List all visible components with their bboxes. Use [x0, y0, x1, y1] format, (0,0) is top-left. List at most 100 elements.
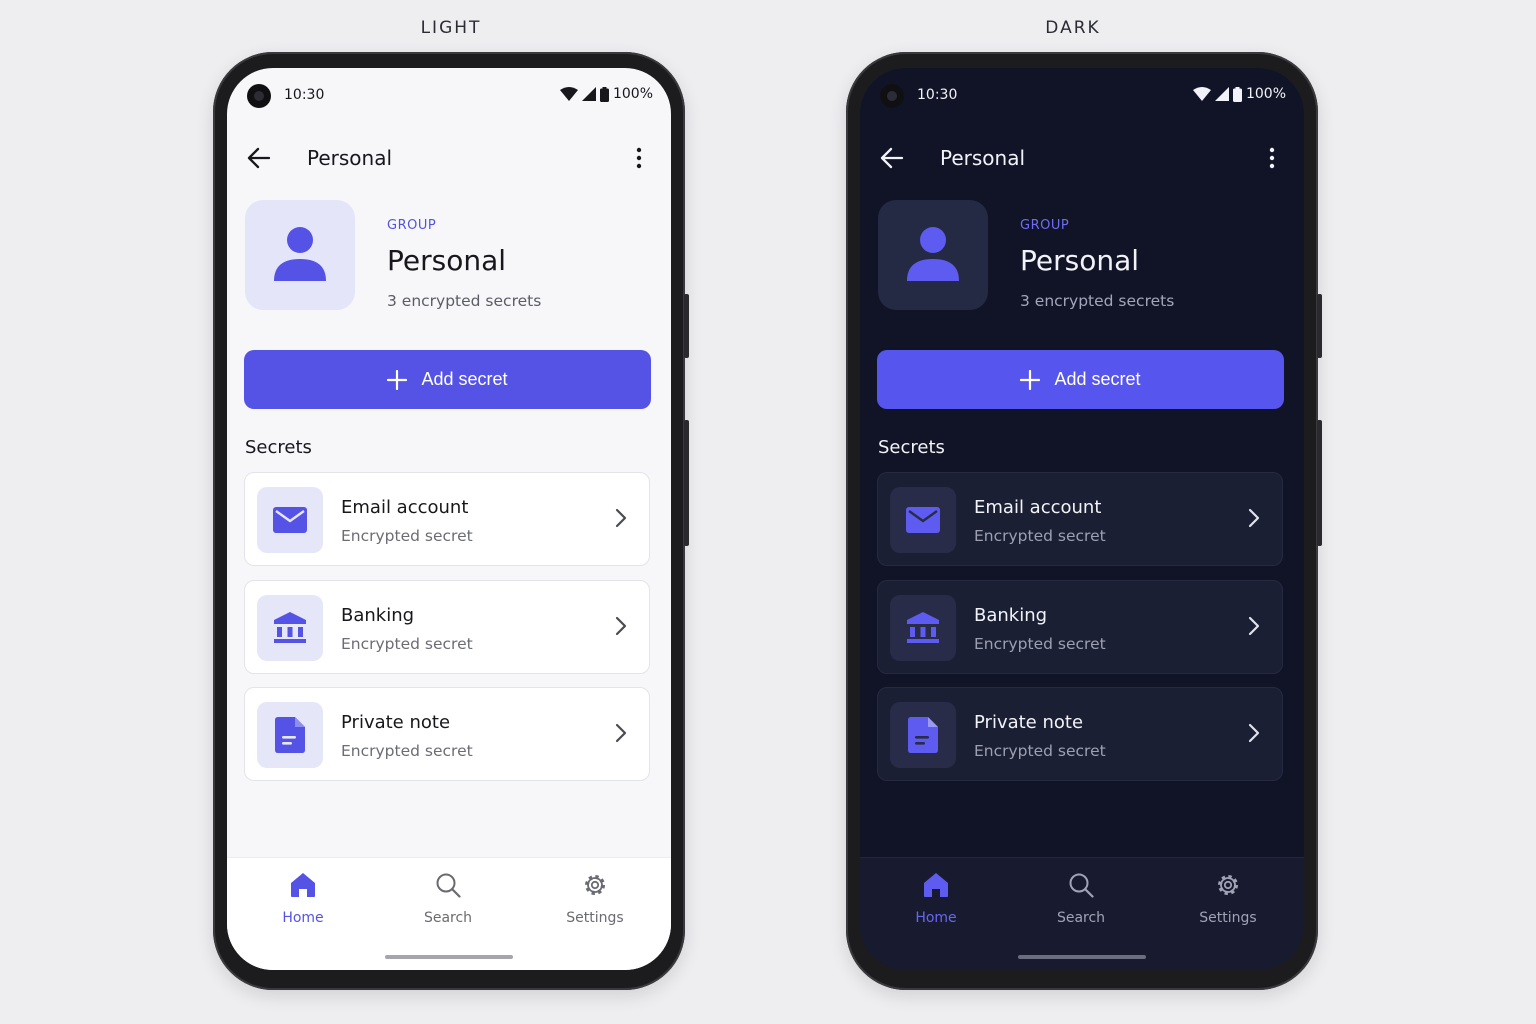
app-bar: Personal — [227, 130, 671, 186]
secret-item-banking[interactable]: Banking Encrypted secret — [244, 580, 650, 674]
plus-icon — [1020, 369, 1041, 390]
search-icon — [436, 873, 461, 898]
status-bar: 10:30 100% — [860, 68, 1304, 124]
secret-item-private-note[interactable]: Private note Encrypted secret — [244, 687, 650, 781]
power-button — [1317, 294, 1322, 358]
group-title: Personal — [387, 244, 507, 277]
secret-subtitle: Encrypted secret — [341, 635, 473, 653]
person-icon — [907, 227, 959, 281]
light-theme-caption: LIGHT — [420, 18, 482, 38]
phone-light: 10:30 100% Personal GROUP Personal 3 enc… — [213, 52, 689, 990]
secret-name: Private note — [341, 712, 451, 733]
secret-item-banking[interactable]: Banking Encrypted secret — [877, 580, 1283, 674]
group-avatar — [245, 200, 355, 310]
home-indicator[interactable] — [385, 955, 513, 959]
nav-home[interactable]: Home — [862, 858, 1010, 938]
secret-icon-tile — [890, 487, 956, 553]
screen-light: 10:30 100% Personal GROUP Personal 3 enc… — [227, 68, 671, 970]
status-bar: 10:30 100% — [227, 68, 671, 124]
app-bar-title: Personal — [940, 146, 1026, 170]
volume-button — [684, 420, 689, 546]
plus-icon — [387, 369, 408, 390]
screen-dark: 10:30 100% Personal GROUP Personal 3 enc… — [860, 68, 1304, 970]
mail-icon — [273, 507, 307, 533]
document-icon — [908, 717, 938, 753]
secret-name: Email account — [341, 497, 469, 518]
camera-cutout — [247, 84, 271, 108]
secret-icon-tile — [890, 595, 956, 661]
nav-settings-label: Settings — [566, 910, 624, 926]
status-time: 10:30 — [284, 87, 325, 103]
battery-icon — [1232, 86, 1242, 102]
nav-home-label: Home — [915, 910, 957, 926]
chevron-right-icon — [615, 616, 627, 636]
volume-button — [1317, 420, 1322, 546]
secret-icon-tile — [257, 595, 323, 661]
secret-item-email[interactable]: Email account Encrypted secret — [877, 472, 1283, 566]
chevron-right-icon — [1248, 723, 1260, 743]
document-icon — [275, 717, 305, 753]
signal-icon — [1214, 87, 1229, 101]
group-subtitle: 3 encrypted secrets — [387, 292, 542, 310]
search-icon — [1069, 873, 1094, 898]
secret-subtitle: Encrypted secret — [974, 742, 1106, 760]
battery-icon — [599, 86, 609, 102]
nav-settings[interactable]: Settings — [1154, 858, 1302, 938]
home-indicator[interactable] — [1018, 955, 1146, 959]
group-title: Personal — [1020, 244, 1140, 277]
gear-icon — [585, 875, 605, 895]
secret-icon-tile — [257, 487, 323, 553]
more-vert-icon[interactable] — [631, 144, 647, 172]
chevron-right-icon — [615, 508, 627, 528]
dark-theme-caption: DARK — [1045, 18, 1101, 38]
nav-search-label: Search — [423, 910, 473, 926]
nav-search[interactable]: Search — [374, 858, 522, 938]
back-arrow-icon[interactable] — [878, 144, 906, 172]
group-label: GROUP — [1020, 218, 1070, 233]
more-vert-icon[interactable] — [1264, 144, 1280, 172]
secret-subtitle: Encrypted secret — [974, 527, 1106, 545]
chevron-right-icon — [615, 723, 627, 743]
secrets-section-title: Secrets — [878, 437, 945, 458]
battery-level: 100% — [612, 86, 653, 102]
secret-name: Email account — [974, 497, 1102, 518]
add-secret-label: Add secret — [421, 369, 508, 389]
status-icons: 100% — [559, 86, 653, 102]
nav-home[interactable]: Home — [229, 858, 377, 938]
secret-name: Private note — [974, 712, 1084, 733]
camera-cutout — [880, 84, 904, 108]
status-time: 10:30 — [917, 87, 958, 103]
app-bar: Personal — [860, 130, 1304, 186]
secret-item-email[interactable]: Email account Encrypted secret — [244, 472, 650, 566]
mail-icon — [906, 507, 940, 533]
bank-icon — [274, 612, 306, 643]
add-secret-button[interactable]: Add secret — [877, 350, 1284, 409]
wifi-icon — [559, 87, 578, 101]
group-avatar — [878, 200, 988, 310]
bottom-navigation: Home Search Settings — [860, 857, 1304, 970]
nav-settings[interactable]: Settings — [521, 858, 669, 938]
nav-settings-label: Settings — [1199, 910, 1257, 926]
secret-icon-tile — [890, 702, 956, 768]
nav-home-label: Home — [282, 910, 324, 926]
phone-dark: 10:30 100% Personal GROUP Personal 3 enc… — [846, 52, 1322, 990]
secret-subtitle: Encrypted secret — [341, 742, 473, 760]
secrets-section-title: Secrets — [245, 437, 312, 458]
chevron-right-icon — [1248, 508, 1260, 528]
add-secret-button[interactable]: Add secret — [244, 350, 651, 409]
power-button — [684, 294, 689, 358]
signal-icon — [581, 87, 596, 101]
group-label: GROUP — [387, 218, 437, 233]
nav-search[interactable]: Search — [1007, 858, 1155, 938]
gear-icon — [1218, 875, 1238, 895]
secret-item-private-note[interactable]: Private note Encrypted secret — [877, 687, 1283, 781]
add-secret-label: Add secret — [1054, 369, 1141, 389]
app-bar-title: Personal — [307, 146, 393, 170]
status-icons: 100% — [1192, 86, 1286, 102]
home-icon — [924, 873, 948, 897]
back-arrow-icon[interactable] — [245, 144, 273, 172]
bank-icon — [907, 612, 939, 643]
home-icon — [291, 873, 315, 897]
nav-search-label: Search — [1056, 910, 1106, 926]
chevron-right-icon — [1248, 616, 1260, 636]
